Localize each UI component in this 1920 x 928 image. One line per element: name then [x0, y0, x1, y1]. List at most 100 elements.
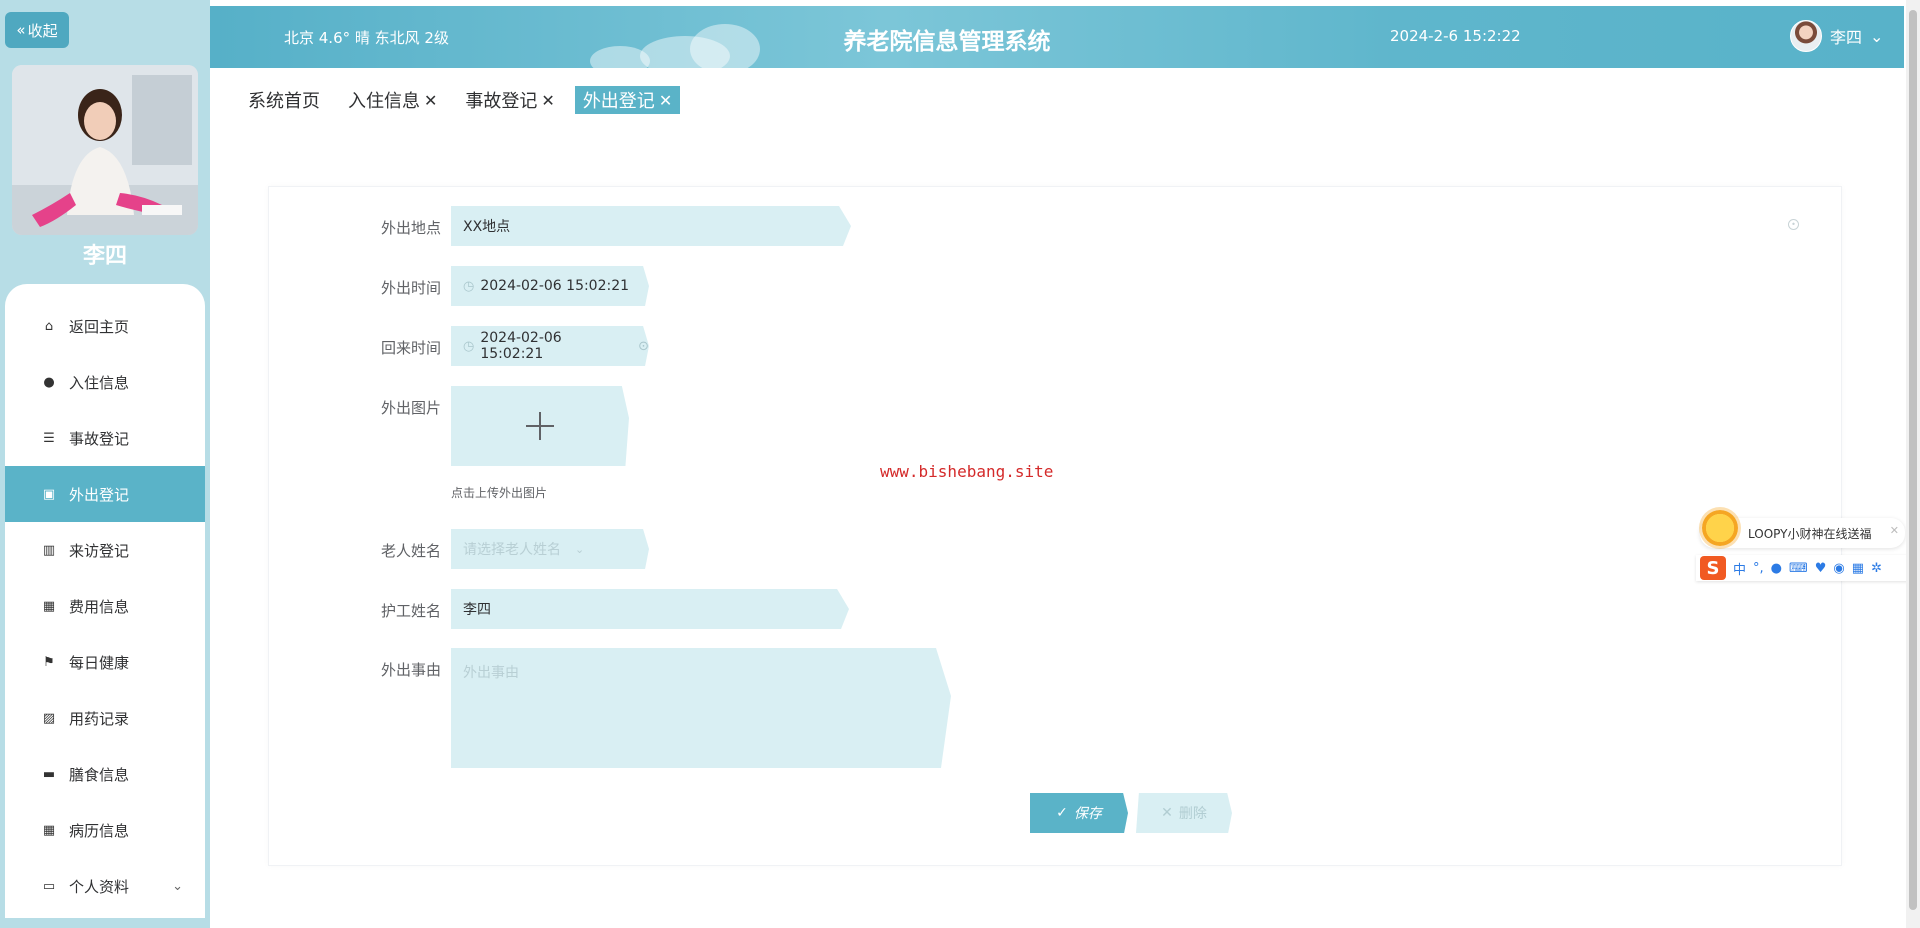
sidebar-user-name: 李四: [82, 244, 127, 269]
microphone-icon[interactable]: ●: [1771, 561, 1782, 576]
tab-outing[interactable]: 外出登记 ✕: [574, 86, 681, 114]
menu-label: 事故登记: [69, 429, 130, 448]
save-button[interactable]: ✓ 保存: [1030, 793, 1128, 833]
menu-item-medication[interactable]: ▨ 用药记录: [5, 690, 205, 746]
tab-label: 外出登记: [582, 91, 655, 112]
out-time-value: 2024-02-06 15:02:21: [480, 278, 630, 294]
out-time-label: 外出时间: [380, 279, 441, 297]
close-icon[interactable]: ✕: [1890, 524, 1899, 537]
location-label: 外出地点: [380, 219, 441, 237]
scrollbar-thumb[interactable]: [1909, 10, 1917, 910]
delete-label: 删除: [1178, 806, 1207, 822]
user-menu[interactable]: 李四 ⌄: [1790, 20, 1883, 52]
user-photo: [12, 65, 198, 235]
nurse-value: 李四: [463, 602, 491, 618]
menu-item-outing[interactable]: ▣ 外出登记: [5, 466, 205, 522]
ime-toolbar[interactable]: S 中 °, ● ⌨ ♥ ◉ ▦ ✲: [1696, 555, 1918, 581]
ime-mode[interactable]: 中: [1733, 559, 1746, 578]
delete-button[interactable]: ✕ 删除: [1136, 793, 1232, 833]
nurse-input[interactable]: 李四: [451, 589, 849, 629]
clipboard-icon: ▣: [42, 486, 56, 502]
elder-label: 老人姓名: [380, 542, 441, 560]
menu-item-medical-record[interactable]: ▦ 病历信息: [5, 802, 205, 858]
image-upload[interactable]: [451, 386, 629, 466]
vertical-scrollbar[interactable]: [1906, 0, 1920, 928]
menu-label: 用药记录: [69, 709, 130, 728]
reason-textarea[interactable]: 外出事由: [451, 648, 951, 768]
keyboard-icon[interactable]: ⌨: [1789, 561, 1808, 576]
tab-home[interactable]: 系统首页: [240, 86, 328, 114]
apps-grid-icon[interactable]: ▦: [1852, 561, 1864, 576]
return-time-label: 回来时间: [380, 339, 441, 357]
game-icon[interactable]: ◉: [1833, 561, 1844, 576]
tab-label: 入住信息: [348, 91, 420, 112]
location-value: XX地点: [463, 219, 511, 235]
menu-label: 来访登记: [69, 541, 130, 560]
menu-label: 病历信息: [69, 821, 130, 840]
out-time-picker[interactable]: ◷ 2024-02-06 15:02:21: [451, 266, 649, 306]
menu-label: 入住信息: [69, 373, 130, 392]
tab-accident[interactable]: 事故登记 ✕: [457, 86, 562, 114]
check-icon: ✓: [1056, 805, 1068, 821]
grid-icon: ▦: [42, 822, 56, 838]
punctuation-icon[interactable]: °,: [1753, 561, 1764, 576]
menu-label: 返回主页: [69, 317, 130, 336]
current-datetime: 2024-2-6 15:2:22: [1390, 27, 1521, 45]
plus-icon: [526, 412, 554, 440]
menu-item-fee[interactable]: ▦ 费用信息: [5, 578, 205, 634]
side-menu: ⌂ 返回主页 ● 入住信息 ☰ 事故登记 ▣ 外出登记 ▥ 来访登记 ▦ 费用信…: [5, 284, 205, 918]
close-icon[interactable]: ✕: [659, 91, 672, 110]
elder-placeholder: 请选择老人姓名: [463, 542, 561, 558]
image-label: 外出图片: [380, 399, 441, 417]
location-input[interactable]: XX地点: [451, 206, 851, 246]
menu-label: 个人资料: [69, 877, 130, 896]
menu-item-health[interactable]: ⚑ 每日健康: [5, 634, 205, 690]
tab-label: 系统首页: [248, 91, 320, 112]
page-tabs: 系统首页 入住信息 ✕ 事故登记 ✕ 外出登记 ✕: [240, 86, 681, 114]
elder-select[interactable]: 请选择老人姓名 ⌄: [451, 529, 649, 569]
menu-label: 外出登记: [69, 485, 130, 504]
menu-item-home[interactable]: ⌂ 返回主页: [5, 298, 205, 354]
user-icon: ●: [43, 374, 55, 390]
settings-icon[interactable]: ✲: [1871, 561, 1882, 576]
sogou-logo-icon: S: [1700, 556, 1726, 580]
menu-item-meal[interactable]: ▬ 膳食信息: [5, 746, 205, 802]
tab-label: 事故登记: [465, 91, 538, 112]
sun-mascot-icon: [1702, 510, 1738, 546]
return-time-picker[interactable]: ◷ 2024-02-06 15:02:21 ⊙: [451, 326, 649, 366]
chevron-down-icon: ⌄: [172, 878, 183, 894]
reason-placeholder: 外出事由: [463, 665, 519, 681]
chevron-down-icon: ⌄: [1870, 26, 1884, 46]
menu-label: 膳食信息: [69, 765, 130, 784]
close-icon[interactable]: ✕: [541, 91, 554, 110]
menu-item-accident[interactable]: ☰ 事故登记: [5, 410, 205, 466]
list-icon: ☰: [43, 430, 55, 446]
close-icon: ✕: [1161, 805, 1173, 821]
top-header: 北京 4.6° 晴 东北风 2级 养老院信息管理系统 2024-2-6 15:2…: [210, 6, 1904, 68]
avatar: [1790, 20, 1822, 52]
double-chevron-left-icon: «: [16, 21, 26, 39]
upload-hint: 点击上传外出图片: [451, 486, 548, 500]
bar-chart-icon: ▥: [42, 542, 56, 558]
menu-item-visitor[interactable]: ▥ 来访登记: [5, 522, 205, 578]
menu-item-checkin[interactable]: ● 入住信息: [5, 354, 205, 410]
skin-icon[interactable]: ♥: [1815, 561, 1827, 576]
clock-icon: ◷: [463, 338, 475, 354]
nurse-label: 护工姓名: [380, 602, 441, 620]
clock-icon: ◷: [463, 278, 475, 294]
bowl-icon: ▬: [42, 766, 56, 782]
collapse-button[interactable]: « 收起: [5, 12, 69, 48]
tab-checkin[interactable]: 入住信息 ✕: [340, 86, 445, 114]
watermark: www.bishebang.site: [880, 462, 1054, 481]
menu-item-profile[interactable]: ▭ 个人资料 ⌄: [5, 858, 205, 914]
sidebar: « 收起 李四 ⌂ 返回主页 ● 入住信息 ☰ 事故登记 ▣ 外出登记 ▥ 来访…: [0, 0, 210, 928]
header-user-name: 李四: [1830, 28, 1863, 47]
home-icon: ⌂: [44, 318, 54, 334]
clear-circle-icon[interactable]: ⊙: [638, 339, 649, 354]
collapse-label: 收起: [27, 21, 58, 40]
close-icon[interactable]: ✕: [424, 91, 437, 110]
clipboard-x-icon: ▨: [42, 710, 56, 726]
reason-label: 外出事由: [380, 661, 441, 679]
chevron-down-icon: ⌄: [575, 542, 585, 556]
ime-bubble-text: LOOPY小财神在线送福: [1748, 526, 1872, 541]
